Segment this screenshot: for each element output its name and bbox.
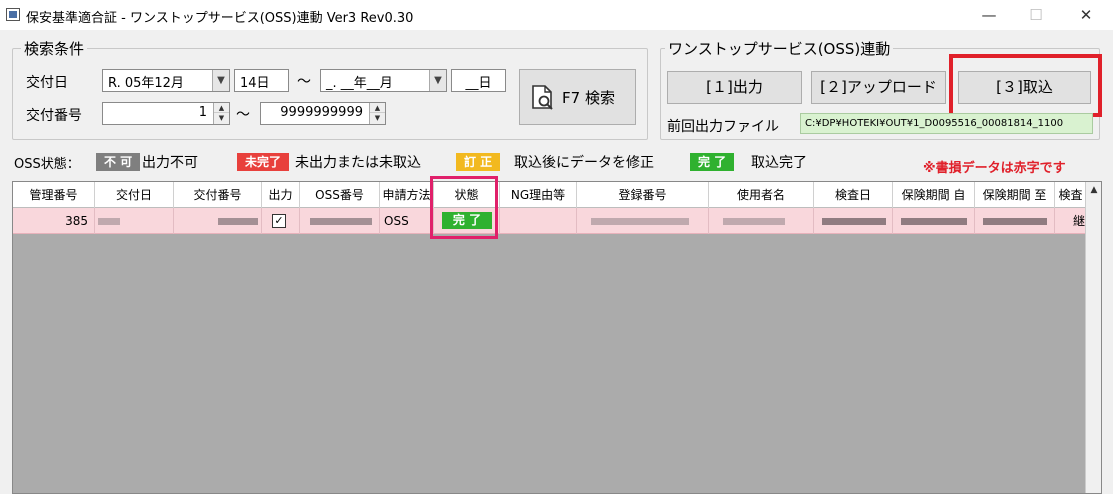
date-range-tilde: 〜 (297, 74, 311, 90)
upload-button[interactable]: [２]アップロード (811, 71, 946, 104)
status-column-highlight (430, 176, 498, 239)
col-header[interactable]: 使用者名 (709, 182, 814, 208)
status-badge-incomplete: 未完了 (237, 153, 290, 171)
minimize-button[interactable]: — (966, 0, 1012, 30)
issue-number-label: 交付番号 (26, 108, 82, 124)
cell-oss-no (300, 208, 380, 234)
vertical-scrollbar[interactable]: ▲ (1085, 182, 1101, 493)
spin-down-icon[interactable]: ▼ (370, 113, 385, 123)
import-button-highlight (949, 54, 1102, 117)
cell-method: OSS (380, 208, 434, 234)
cell-insurance-from (893, 208, 975, 234)
chevron-down-icon[interactable]: ▼ (212, 70, 229, 91)
grid-header: 管理番号 交付日 交付番号 出力 OSS番号 申請方法 状態 NG理由等 登録番… (13, 182, 1087, 208)
app-icon (6, 8, 20, 21)
last-output-file-path: C:¥DP¥HOTEKI¥OUT¥1_D0095516_00081814_110… (800, 113, 1093, 134)
scroll-up-icon[interactable]: ▲ (1086, 182, 1101, 198)
cell-output[interactable]: ✓ (262, 208, 300, 234)
col-header[interactable]: 交付日 (95, 182, 174, 208)
date-from-era-select[interactable]: R. 05年12月 ▼ (102, 69, 230, 92)
cell-insurance-to (975, 208, 1055, 234)
date-from-day-input[interactable]: 14日 (234, 69, 289, 92)
search-group-title: 検索条件 (21, 38, 88, 59)
maximize-button: ☐ (1029, 6, 1043, 24)
status-badge-corrected: 訂 正 (456, 153, 501, 171)
col-header[interactable]: 検査日 (814, 182, 893, 208)
status-badge-complete: 完 了 (690, 153, 735, 171)
cell-registration-no (577, 208, 709, 234)
chevron-down-icon[interactable]: ▼ (429, 70, 446, 91)
col-header[interactable]: OSS番号 (300, 182, 380, 208)
table-row[interactable]: 385 ✓ OSS 完 了 継 (13, 208, 1087, 234)
issue-number-from-value: 1 (198, 105, 207, 120)
cell-inspection-date (814, 208, 893, 234)
oss-status-legend-label: OSS状態： (14, 157, 80, 172)
legend-text-incomplete: 未出力または未取込 (295, 155, 421, 171)
legend-text-complete: 取込完了 (751, 155, 807, 171)
last-output-file-label: 前回出力ファイル (667, 119, 779, 135)
col-header[interactable]: NG理由等 (500, 182, 577, 208)
issue-number-to-value: 9999999999 (280, 105, 363, 120)
col-header[interactable]: 申請方法 (380, 182, 434, 208)
search-document-icon (532, 85, 553, 110)
date-from-era-value: R. 05年12月 (108, 76, 184, 91)
cell-issue-date (95, 208, 174, 234)
cell-user-name (709, 208, 814, 234)
legend-text-disabled: 出力不可 (142, 155, 198, 171)
results-grid[interactable]: 管理番号 交付日 交付番号 出力 OSS番号 申請方法 状態 NG理由等 登録番… (12, 181, 1102, 494)
date-to-day-input[interactable]: __日 (451, 69, 506, 92)
col-header[interactable]: 検査 (1055, 182, 1087, 208)
search-button-label: F7 検索 (562, 89, 615, 107)
cell-inspection: 継 (1055, 208, 1087, 234)
col-header[interactable]: 保険期間 自 (893, 182, 975, 208)
issue-date-label: 交付日 (26, 75, 68, 91)
window-title: 保安基準適合証 - ワンストップサービス(OSS)連動 Ver3 Rev0.30 (26, 11, 414, 26)
voided-data-note: ※書損データは赤字です (923, 161, 1066, 176)
close-button[interactable]: ✕ (1063, 0, 1109, 30)
col-header[interactable]: 出力 (262, 182, 300, 208)
cell-issue-no (174, 208, 262, 234)
output-button[interactable]: [１]出力 (667, 71, 802, 104)
spin-down-icon[interactable]: ▼ (214, 113, 229, 123)
col-header[interactable]: 保険期間 至 (975, 182, 1055, 208)
output-checkbox[interactable]: ✓ (272, 214, 286, 228)
date-to-era-value: _. __年__月 (326, 76, 393, 91)
issue-number-to-stepper[interactable]: 9999999999 ▲ ▼ (260, 102, 386, 125)
col-header[interactable]: 登録番号 (577, 182, 709, 208)
issue-number-from-stepper[interactable]: 1 ▲ ▼ (102, 102, 230, 125)
legend-text-corrected: 取込後にデータを修正 (514, 155, 654, 171)
issue-number-tilde: 〜 (236, 107, 250, 123)
date-to-era-select[interactable]: _. __年__月 ▼ (320, 69, 447, 92)
cell-ng-reason (500, 208, 577, 234)
search-button[interactable]: F7 検索 (519, 69, 636, 125)
title-bar: 保安基準適合証 - ワンストップサービス(OSS)連動 Ver3 Rev0.30… (0, 0, 1113, 30)
status-badge-disabled: 不 可 (96, 153, 141, 171)
oss-group-title: ワンストップサービス(OSS)連動 (665, 38, 894, 59)
col-header[interactable]: 管理番号 (13, 182, 95, 208)
spin-up-icon[interactable]: ▲ (370, 103, 385, 113)
spin-up-icon[interactable]: ▲ (214, 103, 229, 113)
cell-mgmt-no: 385 (13, 208, 95, 234)
col-header[interactable]: 交付番号 (174, 182, 262, 208)
